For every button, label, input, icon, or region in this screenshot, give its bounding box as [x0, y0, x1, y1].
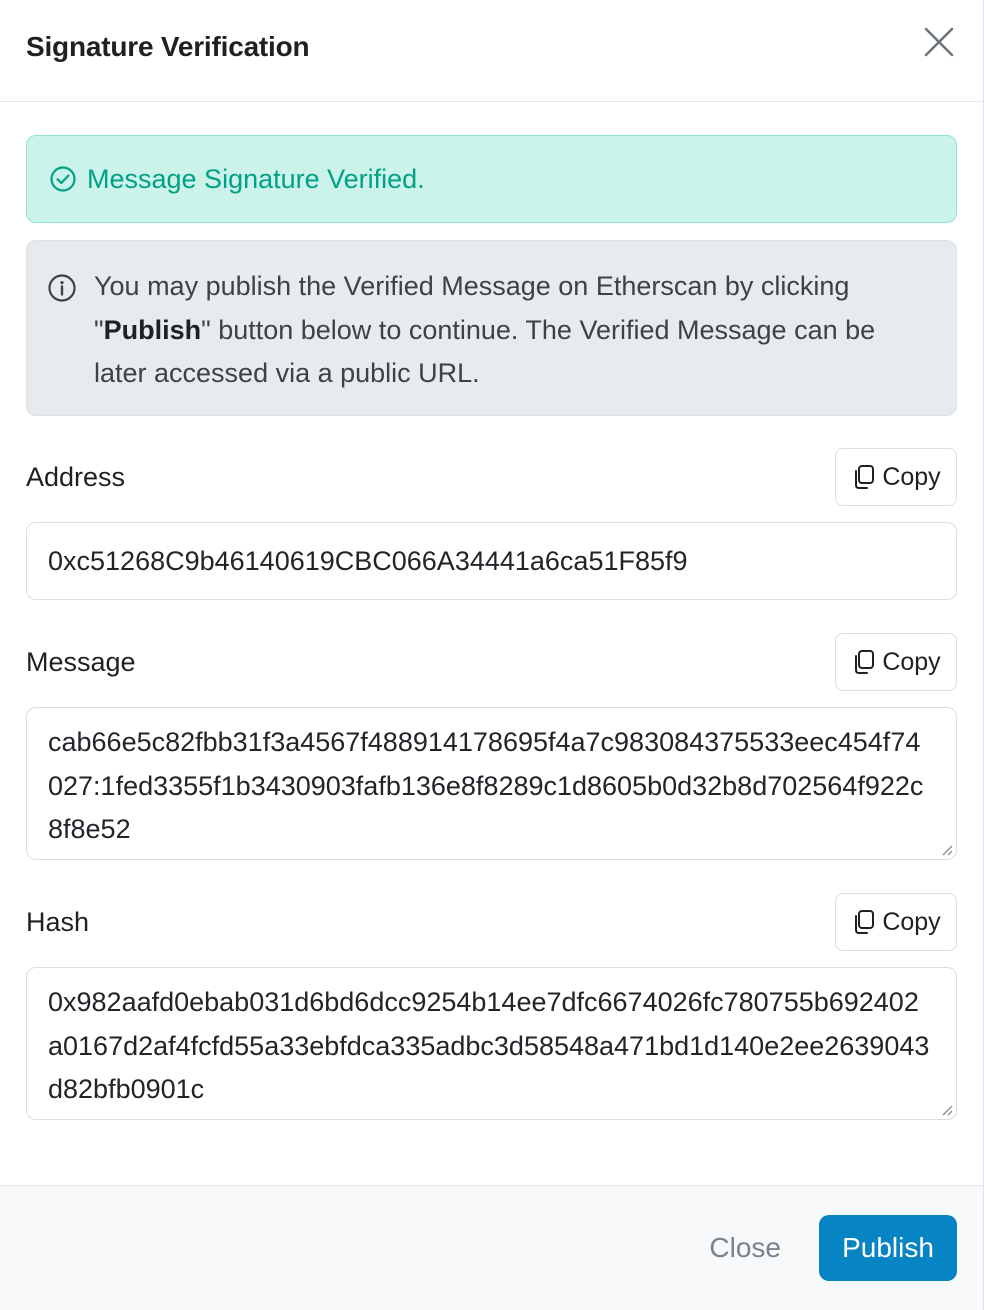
copy-icon	[851, 909, 875, 935]
copy-icon	[851, 649, 875, 675]
hash-value: 0x982aafd0ebab031d6bd6dcc9254b14ee7dfc66…	[48, 987, 930, 1104]
hash-label: Hash	[26, 906, 90, 937]
address-value: 0xc51268C9b46140619CBC066A34441a6ca51F85…	[48, 545, 688, 576]
success-message: Message Signature Verified.	[87, 163, 425, 194]
hash-textarea[interactable]: 0x982aafd0ebab031d6bd6dcc9254b14ee7dfc66…	[26, 967, 957, 1120]
resize-handle-icon[interactable]	[939, 842, 953, 856]
message-label: Message	[26, 646, 136, 677]
copy-hash-label: Copy	[882, 907, 941, 936]
hash-field-header: Hash Copy	[26, 893, 957, 951]
success-alert: Message Signature Verified.	[26, 135, 957, 223]
copy-address-button[interactable]: Copy	[835, 448, 957, 506]
copy-message-button[interactable]: Copy	[835, 633, 957, 691]
info-alert: You may publish the Verified Message on …	[26, 240, 957, 416]
dialog-title: Signature Verification	[26, 30, 310, 62]
copy-hash-button[interactable]: Copy	[835, 893, 957, 951]
check-circle-icon	[49, 165, 77, 193]
message-textarea[interactable]: cab66e5c82fbb31f3a4567f488914178695f4a7c…	[26, 707, 957, 860]
message-field-header: Message Copy	[26, 633, 957, 691]
message-value: cab66e5c82fbb31f3a4567f488914178695f4a7c…	[48, 727, 924, 844]
copy-address-label: Copy	[882, 462, 941, 491]
info-text-end: " button below to continue. The Verified…	[94, 314, 876, 389]
dialog-footer: Close Publish	[0, 1185, 983, 1310]
close-button[interactable]: Close	[709, 1232, 781, 1264]
address-label: Address	[26, 461, 126, 492]
info-circle-icon	[47, 273, 77, 303]
info-text-bold: Publish	[103, 314, 202, 345]
address-field-header: Address Copy	[26, 448, 957, 506]
dialog-body: Message Signature Verified. You may publ…	[0, 102, 983, 1120]
signature-verification-dialog: Signature Verification Message Signature…	[0, 0, 984, 1310]
dialog-header: Signature Verification	[0, 0, 983, 102]
address-input[interactable]: 0xc51268C9b46140619CBC066A34441a6ca51F85…	[26, 522, 957, 600]
publish-button[interactable]: Publish	[819, 1215, 957, 1281]
info-message: You may publish the Verified Message on …	[94, 265, 926, 415]
copy-message-label: Copy	[882, 647, 941, 676]
resize-handle-icon[interactable]	[939, 1102, 953, 1116]
close-icon[interactable]	[919, 22, 959, 62]
copy-icon	[851, 464, 875, 490]
